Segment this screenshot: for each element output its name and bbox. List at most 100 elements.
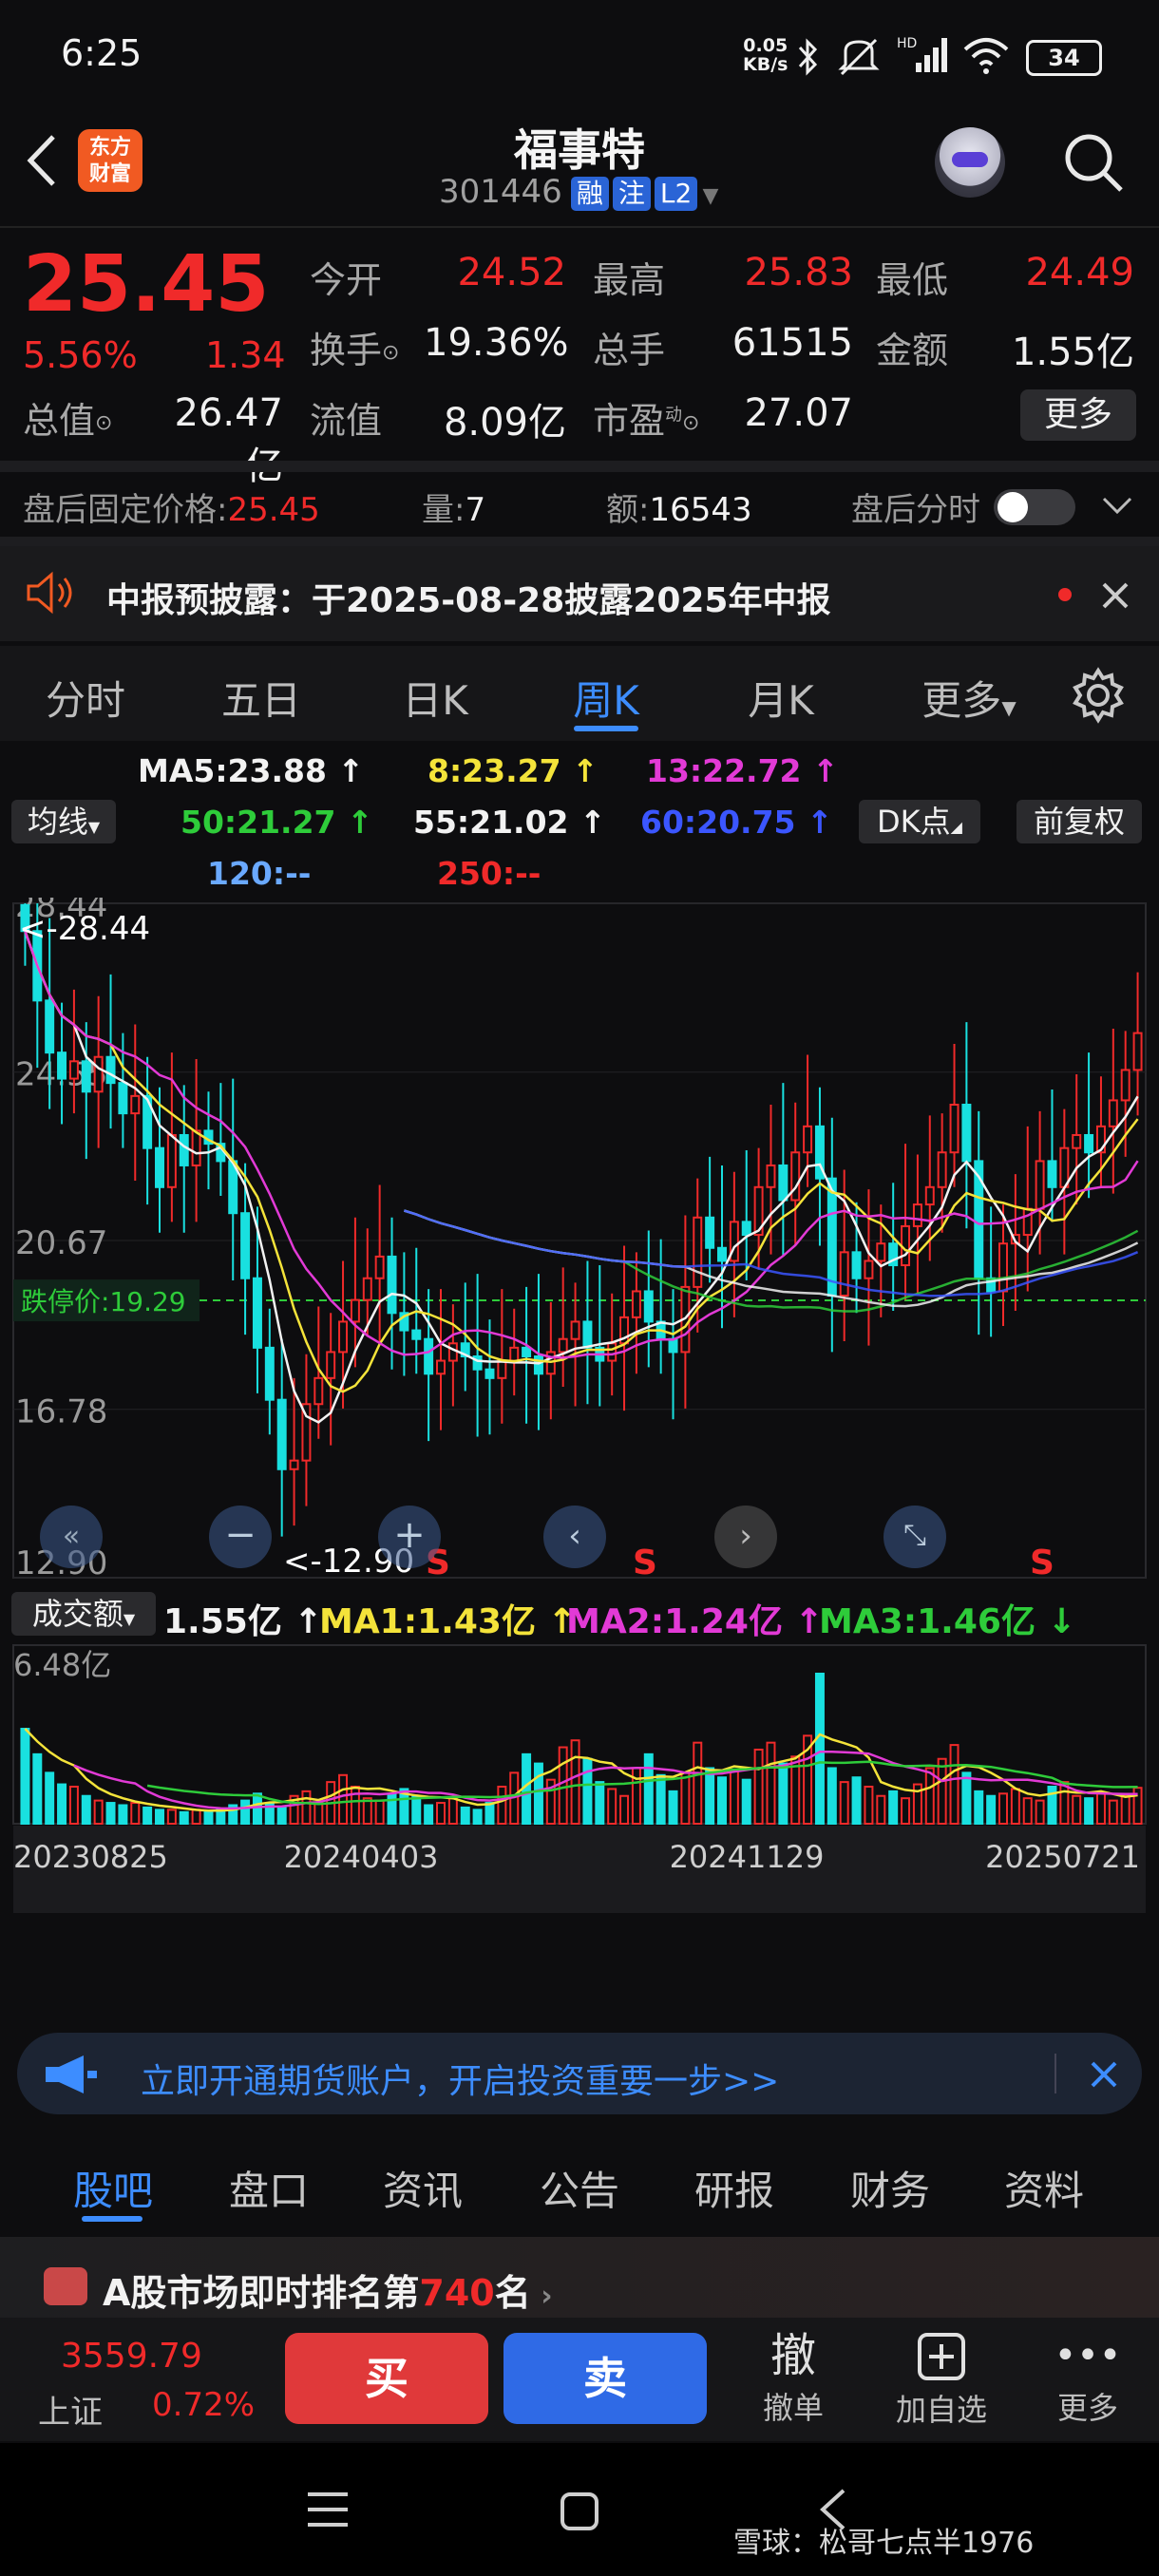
tab-pankou[interactable]: 盘口 xyxy=(198,2159,340,2217)
volume-bar xyxy=(961,1771,972,1826)
banner-divider xyxy=(1054,2054,1056,2093)
close-icon[interactable] xyxy=(1098,578,1132,613)
code-dropdown-icon[interactable]: ▼ xyxy=(702,184,718,208)
buy-button[interactable]: 买 xyxy=(285,2333,488,2424)
volume-selector[interactable]: 成交额▼ xyxy=(11,1592,156,1636)
tab-five-day[interactable]: 五日 xyxy=(190,669,332,727)
cancel-label: 撤单 xyxy=(762,2390,824,2426)
candle-body xyxy=(81,1060,91,1093)
volume-bar xyxy=(717,1776,727,1826)
prev-icon[interactable]: ‹ xyxy=(543,1506,606,1568)
candle-body xyxy=(778,1164,788,1202)
status-time: 6:25 xyxy=(61,32,142,74)
high-marker: <-28.44 xyxy=(19,910,150,948)
open-label: 今开 xyxy=(310,259,383,301)
scroll-left-icon[interactable]: « xyxy=(40,1506,103,1568)
tab-weekly-k[interactable]: 周K xyxy=(540,669,673,727)
candle-body xyxy=(1084,1133,1094,1154)
candle-body xyxy=(790,1151,801,1202)
mktcap-info-icon[interactable]: ⊙ xyxy=(95,411,112,435)
futures-banner[interactable]: 立即开通期货账户，开启投资重要一步>> xyxy=(17,2033,1142,2114)
robot-avatar-icon[interactable] xyxy=(935,127,1005,198)
add-watchlist-button[interactable]: 加自选 xyxy=(880,2327,1003,2432)
next-icon[interactable]: › xyxy=(714,1506,777,1568)
adjust-button[interactable]: 前复权 xyxy=(1016,800,1142,843)
notice-bar[interactable]: 中报预披露：于2025-08-28披露2025年中报 xyxy=(0,546,1159,641)
rank-text: A股市场即时排名第740名 › xyxy=(103,2272,553,2314)
ma-selector[interactable]: 均线▼ xyxy=(11,800,116,843)
tab-news[interactable]: 资讯 xyxy=(352,2159,494,2217)
tab-intraday[interactable]: 分时 xyxy=(19,669,152,727)
volume-bar xyxy=(741,1778,751,1825)
volume-bar xyxy=(32,1752,43,1825)
fullscreen-icon[interactable]: ⤡ xyxy=(884,1506,946,1568)
volume-bar xyxy=(1120,1794,1130,1825)
sell-button[interactable]: 卖 xyxy=(504,2333,707,2424)
ma-8: 8:23.27 ↑ xyxy=(428,752,598,789)
gear-icon[interactable] xyxy=(1070,667,1127,724)
tag-margin: 融 xyxy=(570,177,609,211)
banner-close-icon[interactable] xyxy=(1087,2057,1121,2092)
candle-body xyxy=(264,1346,275,1401)
tab-guba[interactable]: 股吧 xyxy=(42,2159,184,2217)
afterhours-toggle[interactable] xyxy=(994,489,1075,525)
volume-bar xyxy=(826,1767,837,1825)
volume-bar xyxy=(350,1785,360,1825)
volume-bar xyxy=(876,1794,886,1825)
volume-bar xyxy=(338,1773,349,1825)
afterhours-toggle-label: 盘后分时 xyxy=(851,491,980,529)
menu-icon[interactable] xyxy=(306,2491,350,2529)
index-name: 上证 xyxy=(38,2394,103,2432)
candle-body xyxy=(289,1459,299,1470)
k-line-chart[interactable]: 28.4424.5520.6716.7812.90跌停价:19.29<-28.4… xyxy=(0,898,1159,1586)
afterhours-amount: 额:16543 xyxy=(606,491,752,529)
candle-body xyxy=(338,1320,349,1354)
volume-bar xyxy=(460,1806,470,1825)
candle-body xyxy=(1108,1099,1118,1127)
volume-bar xyxy=(753,1748,764,1825)
tab-daily-k[interactable]: 日K xyxy=(369,669,502,727)
dk-button[interactable]: DK点◢ xyxy=(859,800,980,843)
volume-bar xyxy=(558,1746,568,1825)
chevron-down-icon[interactable] xyxy=(1100,491,1134,520)
candle-body xyxy=(864,1260,874,1279)
limit-down-label: 跌停价:19.29 xyxy=(21,1286,186,1317)
volume-bar xyxy=(570,1739,580,1825)
candle-body xyxy=(998,1242,1008,1293)
candle-body xyxy=(607,1342,618,1362)
mktcap-label: 总值⊙ xyxy=(23,400,113,442)
candle-body xyxy=(314,1376,324,1406)
volume-bar xyxy=(1010,1788,1020,1825)
candle-body xyxy=(447,1342,458,1362)
volume-bar xyxy=(680,1771,691,1826)
more-button[interactable]: 更多 xyxy=(1020,389,1136,441)
volume-bar xyxy=(705,1767,715,1825)
search-icon[interactable] xyxy=(1062,131,1125,194)
home-icon[interactable] xyxy=(559,2491,600,2532)
volume-bar xyxy=(1108,1799,1118,1825)
zoom-in-icon[interactable]: + xyxy=(378,1506,441,1568)
candle-body xyxy=(252,1277,262,1349)
tab-more[interactable]: 更多▼ xyxy=(893,669,1045,727)
volume-chart[interactable]: 6.48亿 20230825 20240403 20241129 20250721 xyxy=(0,1641,1159,1926)
tab-announcements[interactable]: 公告 xyxy=(508,2159,651,2217)
candle-body xyxy=(350,1298,360,1323)
tab-finance[interactable]: 财务 xyxy=(819,2159,961,2217)
volume-bar xyxy=(1022,1797,1033,1826)
turnover-info-icon[interactable]: ⊙ xyxy=(382,341,399,365)
cancel-order-button[interactable]: 撤 撤单 xyxy=(741,2327,846,2432)
pe-info-icon[interactable]: ⊙ xyxy=(682,411,699,435)
more-actions-button[interactable]: ••• 更多 xyxy=(1036,2327,1140,2432)
tab-monthly-k[interactable]: 月K xyxy=(714,669,847,727)
volume-bar xyxy=(216,1809,226,1826)
candle-body xyxy=(326,1351,336,1379)
candle-body xyxy=(105,1055,116,1085)
rank-row[interactable]: A股市场即时排名第740名 › xyxy=(0,2237,1159,2322)
tab-profile[interactable]: 资料 xyxy=(973,2159,1115,2217)
zoom-out-icon[interactable]: − xyxy=(209,1506,272,1568)
volume-bar xyxy=(1035,1799,1045,1825)
tab-research[interactable]: 研报 xyxy=(663,2159,806,2217)
index-value[interactable]: 3559.79 xyxy=(61,2337,202,2376)
volume-bar xyxy=(937,1757,947,1825)
tag-registration: 注 xyxy=(612,177,651,211)
